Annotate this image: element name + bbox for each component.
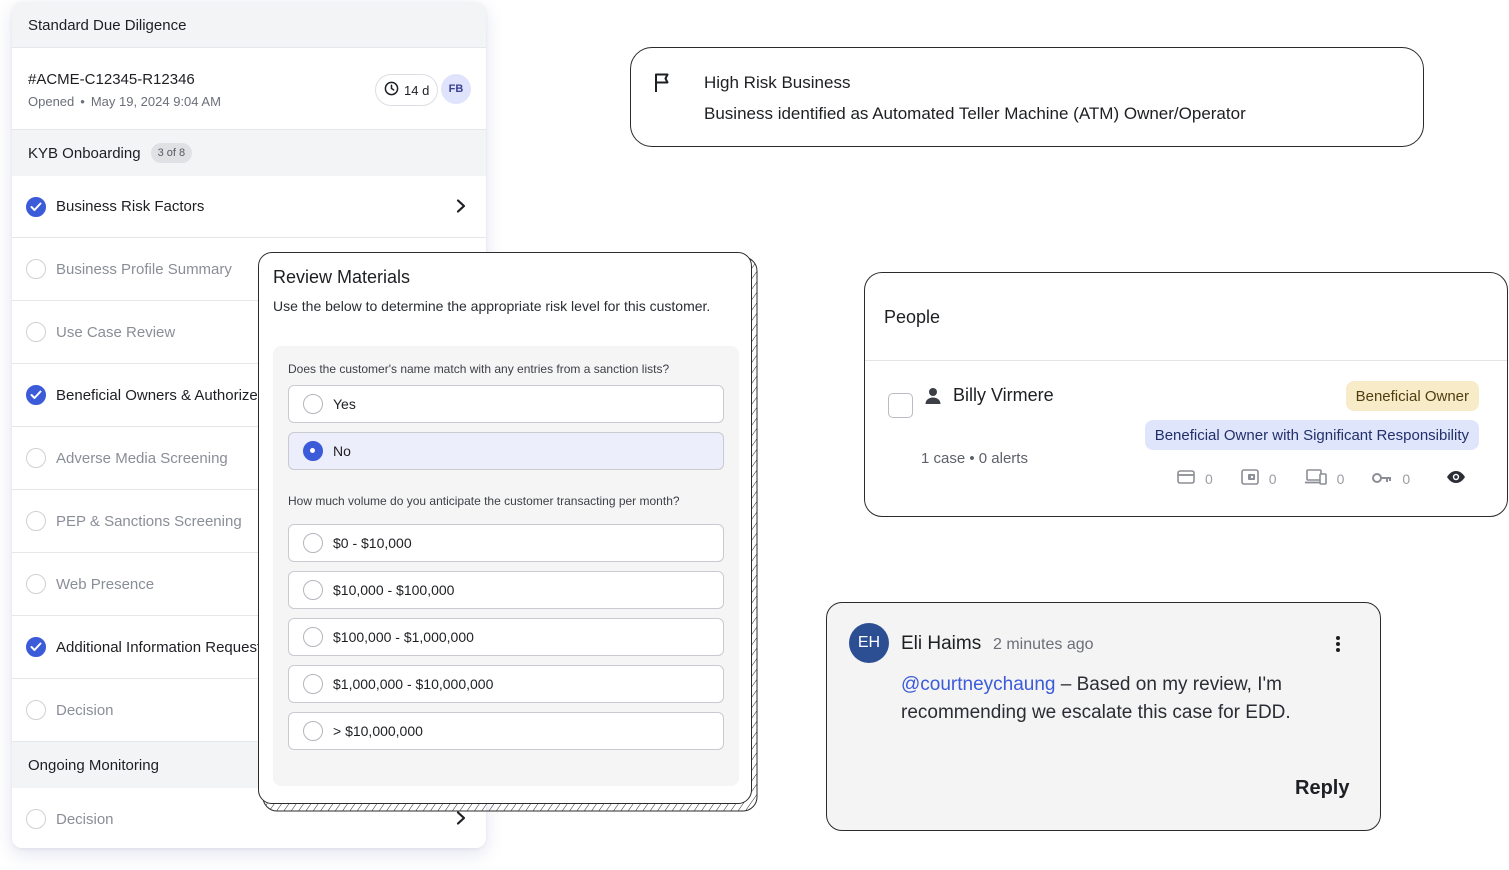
more-vertical-icon[interactable]	[1335, 635, 1341, 658]
option-volume-1m-10m[interactable]: $1,000,000 - $10,000,000	[288, 665, 724, 703]
radio-icon	[303, 627, 323, 647]
chevron-right-icon	[454, 198, 468, 218]
key-icon	[1372, 471, 1392, 487]
wallet-icon	[1240, 469, 1259, 488]
step-label: Decision	[56, 810, 114, 828]
case-age-pill[interactable]: 14 d	[375, 74, 439, 106]
comment-author[interactable]: Eli Haims	[901, 633, 981, 655]
radio-selected-icon	[303, 441, 323, 461]
check-circle-icon	[26, 197, 46, 217]
devices-icon	[1304, 469, 1327, 488]
radio-icon	[303, 394, 323, 414]
case-age: 14 d	[404, 82, 430, 98]
comment-time: 2 minutes ago	[993, 636, 1094, 653]
opened-date: May 19, 2024 9:04 AM	[90, 94, 221, 109]
devices-counter[interactable]: 0	[1304, 469, 1345, 488]
significant-responsibility-tag: Beneficial Owner with Significant Respon…	[1144, 420, 1479, 450]
option-no[interactable]: No	[288, 432, 724, 470]
option-volume-100k-1m[interactable]: $100,000 - $1,000,000	[288, 618, 724, 656]
radio-icon	[303, 721, 323, 741]
cards-counter[interactable]: 0	[1177, 470, 1213, 487]
question-volume: How much volume do you anticipate the cu…	[288, 494, 680, 508]
review-materials-card: Review Materials Use the below to determ…	[258, 252, 752, 804]
beneficial-owner-tag: Beneficial Owner	[1345, 381, 1479, 411]
case-header: #ACME-C12345-R12346 Opened • May 19, 2024 …	[12, 48, 486, 130]
empty-circle-icon	[26, 809, 46, 829]
flag-icon	[653, 72, 673, 99]
keys-counter[interactable]: 0	[1372, 471, 1410, 487]
option-label: $0 - $10,000	[333, 535, 412, 551]
step-label: Business Profile Summary	[56, 260, 232, 278]
eye-icon[interactable]	[1446, 470, 1466, 487]
card-icon	[1177, 470, 1195, 487]
person-stats: 1 case • 0 alerts	[921, 450, 1028, 467]
workflow-title: Standard Due Diligence	[12, 2, 486, 48]
risk-description: Business identified as Automated Teller …	[704, 104, 1246, 123]
option-yes[interactable]: Yes	[288, 385, 724, 423]
radio-icon	[303, 580, 323, 600]
section-kyb-onboarding[interactable]: KYB Onboarding 3 of 8	[12, 130, 486, 176]
check-circle-icon	[26, 385, 46, 405]
comment-body: @courtneychaung – Based on my review, I'…	[901, 671, 1341, 727]
option-label: $10,000 - $100,000	[333, 582, 455, 598]
option-volume-10k-100k[interactable]: $10,000 - $100,000	[288, 571, 724, 609]
review-title: Review Materials	[273, 267, 411, 287]
radio-icon	[303, 674, 323, 694]
empty-circle-icon	[26, 322, 46, 342]
progress-badge: 3 of 8	[150, 143, 193, 163]
wallets-counter[interactable]: 0	[1240, 469, 1277, 488]
review-subtitle: Use the below to determine the appropria…	[273, 298, 711, 314]
opened-separator: •	[80, 94, 85, 109]
step-business-risk-factors[interactable]: Business Risk Factors	[12, 176, 486, 238]
comment-card: EH Eli Haims 2 minutes ago @courtneychau…	[826, 602, 1381, 831]
step-label: Adverse Media Screening	[56, 449, 228, 467]
option-volume-over-10m[interactable]: > $10,000,000	[288, 712, 724, 750]
step-label: Web Presence	[56, 575, 155, 593]
step-label: Business Risk Factors	[56, 198, 205, 215]
section-label: Ongoing Monitoring	[28, 756, 159, 774]
empty-circle-icon	[26, 448, 46, 468]
people-title: People	[865, 273, 1507, 361]
keys-count: 0	[1402, 470, 1411, 487]
opened-label: Opened	[28, 94, 75, 109]
questionnaire: Does the customer's name match with any …	[273, 346, 739, 786]
step-label: Additional Information Request	[56, 638, 262, 656]
option-label: Yes	[333, 396, 356, 412]
wallets-count: 0	[1268, 470, 1277, 487]
option-label: > $10,000,000	[333, 723, 423, 739]
cards-count: 0	[1205, 470, 1213, 487]
devices-count: 0	[1336, 470, 1345, 487]
option-volume-0-10k[interactable]: $0 - $10,000	[288, 524, 724, 562]
entity-counters: 0 0 0 0	[1177, 469, 1466, 488]
person-name[interactable]: Billy Virmere	[953, 385, 1054, 406]
person-icon	[923, 386, 943, 411]
step-label: Beneficial Owners & Authorized	[56, 386, 267, 404]
empty-circle-icon	[26, 511, 46, 531]
question-sanctions: Does the customer's name match with any …	[288, 362, 670, 376]
option-label: No	[333, 443, 351, 459]
reply-button[interactable]: Reply	[1295, 777, 1349, 800]
step-label: PEP & Sanctions Screening	[56, 512, 242, 530]
chevron-right-icon	[454, 810, 468, 830]
step-label: Use Case Review	[56, 323, 176, 341]
step-label: Decision	[56, 701, 114, 719]
radio-icon	[303, 533, 323, 553]
section-label: KYB Onboarding	[28, 144, 141, 162]
commenter-avatar[interactable]: EH	[849, 623, 889, 663]
clock-icon	[384, 81, 399, 99]
user-mention[interactable]: @courtneychaung	[901, 674, 1056, 695]
empty-circle-icon	[26, 574, 46, 594]
check-circle-icon	[26, 637, 46, 657]
person-select-checkbox[interactable]	[888, 393, 913, 418]
empty-circle-icon	[26, 259, 46, 279]
option-label: $100,000 - $1,000,000	[333, 629, 474, 645]
option-label: $1,000,000 - $10,000,000	[333, 676, 494, 692]
high-risk-alert-card: High Risk Business Business identified a…	[630, 47, 1424, 147]
empty-circle-icon	[26, 700, 46, 720]
risk-title: High Risk Business	[704, 73, 851, 92]
assignee-avatar[interactable]: FB	[441, 74, 471, 104]
people-card: People Billy Virmere Beneficial Owner Be…	[864, 272, 1508, 517]
